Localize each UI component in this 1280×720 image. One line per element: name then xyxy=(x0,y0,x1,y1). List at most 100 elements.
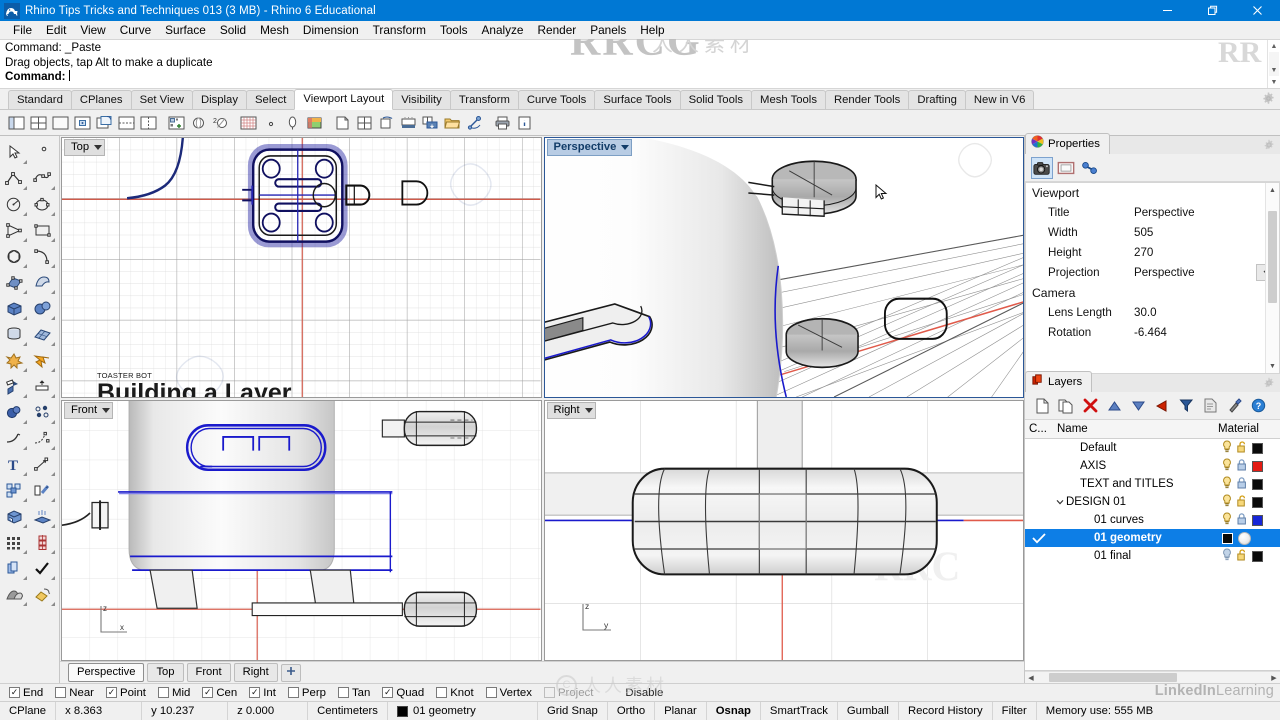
osnap-near[interactable]: Near xyxy=(55,687,94,699)
rectangle-icon[interactable] xyxy=(28,217,56,243)
gear-icon[interactable] xyxy=(1262,92,1275,105)
shade-icon[interactable] xyxy=(28,503,56,529)
menu-dimension[interactable]: Dimension xyxy=(296,21,366,39)
lightbulb-on-icon[interactable] xyxy=(1222,476,1232,492)
unlock-icon[interactable] xyxy=(1237,441,1247,456)
array-icon[interactable] xyxy=(0,529,28,555)
arc-icon[interactable] xyxy=(28,243,56,269)
status-toggle-planar[interactable]: Planar xyxy=(655,702,707,720)
viewport-tab-top[interactable]: Top xyxy=(147,663,183,682)
property-value-rotation[interactable]: -6.464 xyxy=(1134,323,1279,343)
camera-icon[interactable] xyxy=(464,112,485,133)
viewport-properties-icon[interactable] xyxy=(72,112,93,133)
duplicate-layer-icon[interactable] xyxy=(1055,395,1077,417)
status-toggle-ortho[interactable]: Ortho xyxy=(608,702,655,720)
osnap-cen[interactable]: ✓Cen xyxy=(202,687,237,699)
select-arrow-icon[interactable] xyxy=(0,139,28,165)
property-row-height[interactable]: Height 270 xyxy=(1026,243,1279,263)
layers-horizontal-scrollbar[interactable]: ◀ ▶ xyxy=(1025,671,1280,683)
tab-viewport-layout[interactable]: Viewport Layout xyxy=(294,89,393,110)
mesh-plane-icon[interactable] xyxy=(28,321,56,347)
properties-panel-tab[interactable]: Properties xyxy=(1025,133,1110,154)
property-row-width[interactable]: Width 505 xyxy=(1026,223,1279,243)
wallpaper-icon[interactable] xyxy=(304,112,325,133)
point-icon[interactable] xyxy=(260,112,281,133)
cylinder-icon[interactable] xyxy=(0,321,28,347)
unlock-icon[interactable] xyxy=(1237,549,1247,564)
layer-name-cell[interactable]: 01 curves xyxy=(1053,514,1222,526)
viewport-tab-perspective[interactable]: Perspective xyxy=(68,663,144,682)
fillet-curve-icon[interactable] xyxy=(0,425,28,451)
copy-object-icon[interactable] xyxy=(28,477,56,503)
layer-color-swatch[interactable] xyxy=(1252,551,1263,562)
property-row-rotation[interactable]: Rotation -6.464 xyxy=(1026,323,1279,343)
osnap-int[interactable]: ✓Int xyxy=(249,687,276,699)
status-cplane[interactable]: CPlane xyxy=(0,702,56,720)
status-units[interactable]: Centimeters xyxy=(308,702,388,720)
osnap-tan[interactable]: Tan xyxy=(338,687,370,699)
viewport-right-title[interactable]: Right xyxy=(547,402,596,419)
viewport-front[interactable]: RRCG xyxy=(61,400,542,661)
named-views-icon[interactable] xyxy=(166,112,187,133)
status-toggle-gumball[interactable]: Gumball xyxy=(838,702,899,720)
osnap-knot[interactable]: Knot xyxy=(436,687,473,699)
delete-layer-icon[interactable] xyxy=(1079,395,1101,417)
explode-icon[interactable] xyxy=(0,347,28,373)
point-cloud-icon[interactable] xyxy=(28,399,56,425)
help-icon[interactable]: ? xyxy=(1247,395,1269,417)
print-icon[interactable] xyxy=(492,112,513,133)
table-row[interactable]: 01 geometry xyxy=(1025,529,1280,547)
osnap-mid[interactable]: Mid xyxy=(158,687,190,699)
tab-select[interactable]: Select xyxy=(246,90,295,109)
table-row[interactable]: DESIGN 01 xyxy=(1025,493,1280,511)
extrude-surface-icon[interactable] xyxy=(28,373,56,399)
tab-drafting[interactable]: Drafting xyxy=(908,90,966,109)
layer-name-cell[interactable]: DESIGN 01 xyxy=(1053,496,1222,508)
tab-cplanes[interactable]: CPlanes xyxy=(71,90,132,109)
scroll-down-icon[interactable]: ▼ xyxy=(1266,359,1279,373)
named-cplane-icon[interactable] xyxy=(282,112,303,133)
array-along-curve-icon[interactable] xyxy=(28,529,56,555)
menu-help[interactable]: Help xyxy=(633,21,671,39)
extrude-curve-icon[interactable] xyxy=(0,373,28,399)
scrollbar-thumb[interactable] xyxy=(1049,673,1177,682)
chevron-down-icon[interactable] xyxy=(621,145,629,150)
command-prompt[interactable]: Command: xyxy=(5,70,1278,85)
layer-color-swatch[interactable] xyxy=(1252,497,1263,508)
scroll-end-icon[interactable]: ▼ xyxy=(1268,76,1280,88)
status-toggle-osnap[interactable]: Osnap xyxy=(707,702,761,720)
osnap-quad[interactable]: ✓Quad xyxy=(382,687,424,699)
info-icon[interactable] xyxy=(514,112,535,133)
menu-edit[interactable]: Edit xyxy=(39,21,73,39)
menu-render[interactable]: Render xyxy=(531,21,584,39)
dimension-icon[interactable] xyxy=(28,451,56,477)
lock-icon[interactable] xyxy=(1237,513,1247,528)
layer-name-cell[interactable]: Default xyxy=(1053,442,1222,454)
menu-file[interactable]: File xyxy=(6,21,39,39)
checkbox-unchecked-icon[interactable] xyxy=(486,687,497,698)
status-toggle-filter[interactable]: Filter xyxy=(993,702,1037,720)
layers-tool-icon[interactable] xyxy=(0,555,28,581)
text-object-icon[interactable]: T xyxy=(0,451,28,477)
layer-color-swatch[interactable] xyxy=(1222,533,1233,544)
new-floating-viewport-icon[interactable] xyxy=(94,112,115,133)
table-row[interactable]: Default xyxy=(1025,439,1280,457)
circle-icon[interactable] xyxy=(0,191,28,217)
layer-name-cell[interactable]: 01 final xyxy=(1053,550,1222,562)
single-viewport-icon[interactable] xyxy=(50,112,71,133)
sphere-solid-icon[interactable] xyxy=(28,295,56,321)
viewport-front-title[interactable]: Front xyxy=(64,402,113,419)
cplane-box-icon[interactable] xyxy=(0,503,28,529)
import-layout-icon[interactable] xyxy=(420,112,441,133)
viewport-perspective-title[interactable]: Perspective xyxy=(547,139,633,156)
filter-icon[interactable] xyxy=(1175,395,1197,417)
close-button[interactable] xyxy=(1235,0,1280,21)
tab-mesh-tools[interactable]: Mesh Tools xyxy=(751,90,826,109)
minimize-button[interactable] xyxy=(1145,0,1190,21)
checkbox-unchecked-icon[interactable] xyxy=(338,687,349,698)
table-row[interactable]: AXIS xyxy=(1025,457,1280,475)
viewport-tab-front[interactable]: Front xyxy=(187,663,231,682)
lightbulb-on-icon[interactable] xyxy=(1222,494,1232,510)
chevron-down-icon[interactable] xyxy=(102,408,110,413)
render-preview-icon[interactable] xyxy=(0,581,28,607)
